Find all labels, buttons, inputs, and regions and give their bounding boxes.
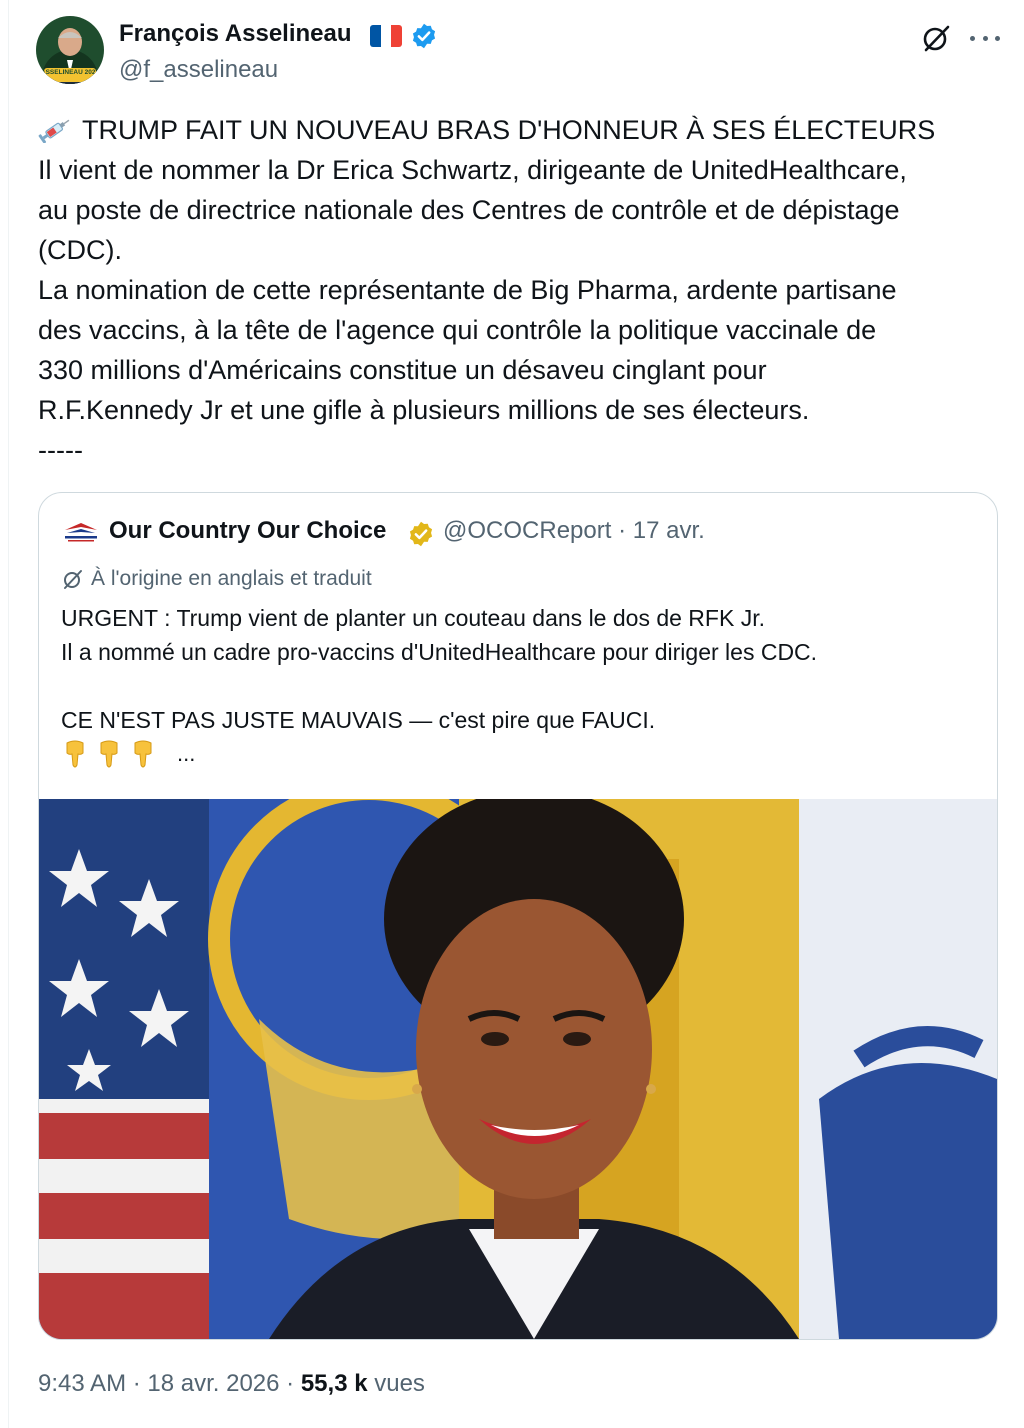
tweet-line: ----- bbox=[38, 435, 83, 465]
tweet-line: La nomination de cette représentante de … bbox=[38, 275, 897, 305]
quote-media-photo[interactable] bbox=[39, 799, 997, 1339]
grok-icon[interactable] bbox=[920, 22, 952, 54]
france-flag-icon bbox=[370, 25, 402, 47]
tweet-line: R.F.Kennedy Jr et une gifle à plusieurs … bbox=[38, 395, 810, 425]
tweet-line: des vaccins, à la tête de l'agence qui c… bbox=[38, 315, 877, 345]
quote-line: URGENT : Trump vient de planter un coute… bbox=[61, 605, 765, 631]
timestamp[interactable]: 9:43 AM · 18 avr. 2026 · bbox=[38, 1370, 301, 1397]
verified-badge-icon bbox=[412, 23, 436, 49]
tweet-header: ASSELINEAU 2027 François Asselineau @f_a… bbox=[36, 16, 1004, 86]
translation-label: À l'origine en anglais et traduit bbox=[91, 567, 372, 590]
quoted-tweet-card[interactable]: Our Country Our Choice @OCOCReport · 17 … bbox=[38, 492, 998, 1340]
tweet-line: (CDC). bbox=[38, 235, 122, 265]
translation-notice: À l'origine en anglais et traduit bbox=[61, 567, 372, 591]
tweet-footer: 9:43 AM · 18 avr. 2026 · 55,3 k vues bbox=[38, 1370, 425, 1398]
backhand-index-pointing-down-icon bbox=[100, 740, 118, 768]
author-name[interactable]: François Asselineau bbox=[119, 20, 352, 48]
quote-line: Il a nommé un cadre pro-vaccins d'United… bbox=[61, 639, 818, 665]
quote-text: URGENT : Trump vient de planter un coute… bbox=[61, 601, 817, 737]
quote-author-name[interactable]: Our Country Our Choice bbox=[109, 517, 386, 545]
tweet-line: au poste de directrice nationale des Cen… bbox=[38, 195, 900, 225]
gold-verified-badge-icon bbox=[409, 521, 433, 547]
views-label: vues bbox=[367, 1370, 425, 1397]
backhand-index-pointing-down-icon bbox=[134, 740, 152, 768]
tweet-line: 330 millions d'Américains constitue un d… bbox=[38, 355, 767, 385]
views-count: 55,3 k bbox=[300, 1370, 368, 1397]
ococ-logo-icon[interactable] bbox=[61, 521, 101, 547]
quote-ellipsis: ... bbox=[177, 741, 196, 766]
tweet-text: TRUMP FAIT UN NOUVEAU BRAS D'HONNEUR À S… bbox=[38, 110, 1003, 470]
quote-line: CE N'EST PAS JUSTE MAUVAIS — c'est pire … bbox=[61, 707, 656, 733]
quote-header: Our Country Our Choice @OCOCReport · 17 … bbox=[61, 517, 961, 551]
more-icon[interactable] bbox=[970, 28, 1000, 48]
pointing-emoji-row: ... bbox=[61, 737, 195, 771]
avatar[interactable]: ASSELINEAU 2027 bbox=[36, 16, 104, 84]
avatar-badge-text: ASSELINEAU 2027 bbox=[41, 69, 100, 76]
syringe-icon bbox=[38, 119, 70, 143]
quote-line bbox=[61, 669, 817, 703]
tweet-line: Il vient de nommer la Dr Erica Schwartz,… bbox=[38, 155, 907, 185]
translate-icon bbox=[64, 570, 82, 589]
backhand-index-pointing-down-icon bbox=[66, 740, 84, 768]
author-handle[interactable]: @f_asselineau bbox=[119, 56, 278, 84]
quote-handle-date[interactable]: @OCOCReport · 17 avr. bbox=[443, 517, 705, 545]
tweet-line: TRUMP FAIT UN NOUVEAU BRAS D'HONNEUR À S… bbox=[82, 115, 936, 145]
timeline-divider bbox=[8, 0, 9, 1428]
